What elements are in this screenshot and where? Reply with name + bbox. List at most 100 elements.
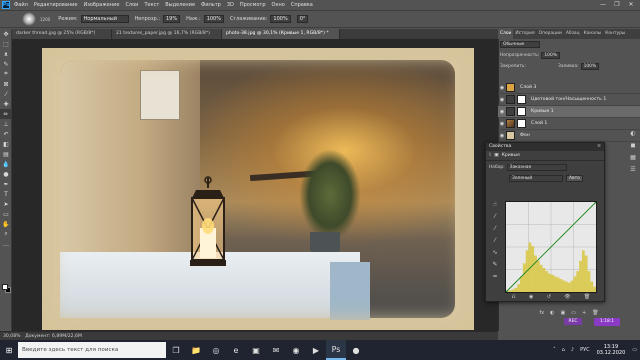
menu-item-layers[interactable]: Слои xyxy=(125,2,138,8)
browser-icon[interactable]: ◎ xyxy=(206,340,226,360)
delete-adjustment-icon[interactable]: 🗑 xyxy=(584,294,590,302)
menu-item-select[interactable]: Выделение xyxy=(165,2,195,8)
photoshop-taskbar-icon[interactable]: Ps xyxy=(326,340,346,360)
visibility-eye-icon[interactable]: ◉ xyxy=(498,97,506,103)
tab-channels[interactable]: Каналы xyxy=(582,29,604,39)
windows-start-icon[interactable]: ⊞ xyxy=(0,340,18,360)
properties-titlebar[interactable]: Свойства ≡ xyxy=(486,143,604,151)
zoom-tool-icon[interactable]: ⌕ xyxy=(0,229,12,239)
media-icon[interactable]: ▶ xyxy=(306,340,326,360)
reset-icon[interactable]: ↺ xyxy=(547,294,551,302)
tab-layers[interactable]: Слои xyxy=(498,29,514,39)
menu-item-type[interactable]: Текст xyxy=(144,2,159,8)
layer-filter-select[interactable]: Обычные xyxy=(500,41,540,48)
network-icon[interactable]: ⌂ xyxy=(562,347,565,353)
tab-actions[interactable]: Операции xyxy=(537,29,564,39)
tab-darker-thread[interactable]: darker thread.jpg @ 25% (RGB/8*) xyxy=(12,29,112,39)
tab-paths[interactable]: Контуры xyxy=(603,29,627,39)
layer-row[interactable]: ◉ Слой 3 xyxy=(498,82,640,94)
stamp-tool-icon[interactable]: ⊥ xyxy=(0,119,12,129)
move-tool-icon[interactable]: ✥ xyxy=(0,29,12,39)
swatches-icon[interactable]: ▦ xyxy=(626,154,640,166)
mail-icon[interactable]: ✉ xyxy=(266,340,286,360)
tab-photo-38[interactable]: photo-38.jpg @ 30,1% (Кривые 1, RGB/8*) … xyxy=(222,29,340,39)
shape-tool-icon[interactable]: ▭ xyxy=(0,209,12,219)
mask-icon[interactable]: ▣ xyxy=(494,153,498,158)
visibility-eye-icon[interactable]: ◉ xyxy=(498,133,506,139)
menu-item-file[interactable]: Файл xyxy=(14,2,28,8)
eraser-tool-icon[interactable]: ◧ xyxy=(0,139,12,149)
tab-paragraph[interactable]: Абзац xyxy=(564,29,582,39)
preset-select[interactable]: Заказная xyxy=(506,164,567,171)
taskbar-search-input[interactable]: Введите здесь текст для поиска xyxy=(18,342,166,358)
adjustments-icon[interactable]: ◐ xyxy=(626,130,640,142)
hand-tool-icon[interactable]: ✋ xyxy=(0,219,12,229)
menu-item-window[interactable]: Окно xyxy=(272,2,285,8)
group-icon[interactable]: ▭ xyxy=(571,310,576,316)
zoom-level[interactable]: 30,08% xyxy=(0,334,21,339)
curves-graph[interactable] xyxy=(505,201,597,293)
layer-row[interactable]: ◉ Слой 1 xyxy=(498,118,640,130)
pen-tool-icon[interactable]: ✒ xyxy=(0,179,12,189)
brush-preview-icon[interactable] xyxy=(22,12,36,26)
pencil-curve-icon[interactable]: ✎ xyxy=(489,261,501,273)
menu-item-edit[interactable]: Редактирование xyxy=(34,2,78,8)
menu-item-view[interactable]: Просмотр xyxy=(240,2,266,8)
menu-item-image[interactable]: Изображение xyxy=(83,2,119,8)
adjustment-layer-icon[interactable]: ◐ xyxy=(550,310,554,316)
type-tool-icon[interactable]: T xyxy=(0,189,12,199)
foreground-color-swatch[interactable] xyxy=(2,284,8,290)
trash-icon[interactable]: 🗑 xyxy=(592,310,598,316)
eyedropper-tool-icon[interactable]: ⁄ xyxy=(0,89,12,99)
edit-points-icon[interactable]: ∿ xyxy=(489,249,501,261)
menu-item-help[interactable]: Справка xyxy=(291,2,313,8)
tab-paper-texture[interactable]: 21 textures_paper.jpg @ 16,7% (RGB/8*) xyxy=(112,29,222,39)
path-select-tool-icon[interactable]: ➤ xyxy=(0,199,12,209)
mode-select[interactable]: Нормальный xyxy=(80,15,129,23)
black-point-eyedropper-icon[interactable]: ⁄ xyxy=(489,213,501,225)
history-brush-icon[interactable]: ↶ xyxy=(0,129,12,139)
channel-select[interactable]: Зеленый xyxy=(509,175,563,182)
layer-opacity-field[interactable]: 100% xyxy=(541,52,560,59)
smoothing-field[interactable]: 100% xyxy=(270,15,291,23)
brush-tool-icon[interactable]: ✏ xyxy=(0,109,12,119)
tray-chevron-icon[interactable]: ˄ xyxy=(553,347,556,353)
angle-field[interactable]: 0° xyxy=(296,15,309,23)
maximize-button[interactable]: ❐ xyxy=(610,0,624,10)
layer-row[interactable]: ◉ Кривые 1 xyxy=(498,106,640,118)
clock[interactable]: 13:19 03.12.2020 xyxy=(597,344,626,357)
view-previous-icon[interactable]: ◉ xyxy=(529,294,533,302)
panel-menu-icon[interactable]: ≡ xyxy=(597,143,601,151)
gray-point-eyedropper-icon[interactable]: ⁄ xyxy=(489,225,501,237)
clip-to-layer-icon[interactable]: ⎌ xyxy=(512,294,516,302)
notifications-icon[interactable]: ▭ xyxy=(632,347,637,353)
target-adjust-icon[interactable]: ☝ xyxy=(489,201,501,213)
layer-row[interactable]: ◉ Фон xyxy=(498,130,640,142)
close-button[interactable]: ✕ xyxy=(624,0,638,10)
opacity-field[interactable]: 19% xyxy=(162,15,181,23)
lasso-tool-icon[interactable]: ᴥ xyxy=(0,49,12,59)
toggle-visibility-icon[interactable]: 👁 xyxy=(564,294,570,302)
visibility-eye-icon[interactable]: ◉ xyxy=(498,85,506,91)
add-mask-icon[interactable]: ▣ xyxy=(561,310,566,316)
dodge-tool-icon[interactable]: ● xyxy=(0,169,12,179)
auto-button[interactable]: Авто xyxy=(566,175,583,182)
quick-select-tool-icon[interactable]: ✎ xyxy=(0,59,12,69)
tab-history[interactable]: История xyxy=(513,29,536,39)
link-layers-icon[interactable]: fx xyxy=(539,310,544,316)
brush-size[interactable]: 1200 xyxy=(40,17,50,22)
new-layer-icon[interactable]: + xyxy=(582,310,586,316)
white-point-eyedropper-icon[interactable]: ⁄ xyxy=(489,237,501,249)
gradient-tool-icon[interactable]: ▤ xyxy=(0,149,12,159)
smooth-icon[interactable]: ≈ xyxy=(489,273,501,285)
fill-field[interactable]: 100% xyxy=(580,63,600,70)
recorder-icon[interactable]: ● xyxy=(346,340,366,360)
minimize-button[interactable]: — xyxy=(596,0,610,10)
pressure-field[interactable]: 100% xyxy=(203,15,224,23)
color-icon[interactable]: ◼ xyxy=(626,142,640,154)
volume-icon[interactable]: ♪ xyxy=(571,347,574,353)
language-indicator[interactable]: РУС xyxy=(580,347,590,353)
more-tools-icon[interactable]: … xyxy=(0,239,12,249)
blur-tool-icon[interactable]: 💧 xyxy=(0,159,12,169)
menu-item-filter[interactable]: Фильтр xyxy=(201,2,221,8)
